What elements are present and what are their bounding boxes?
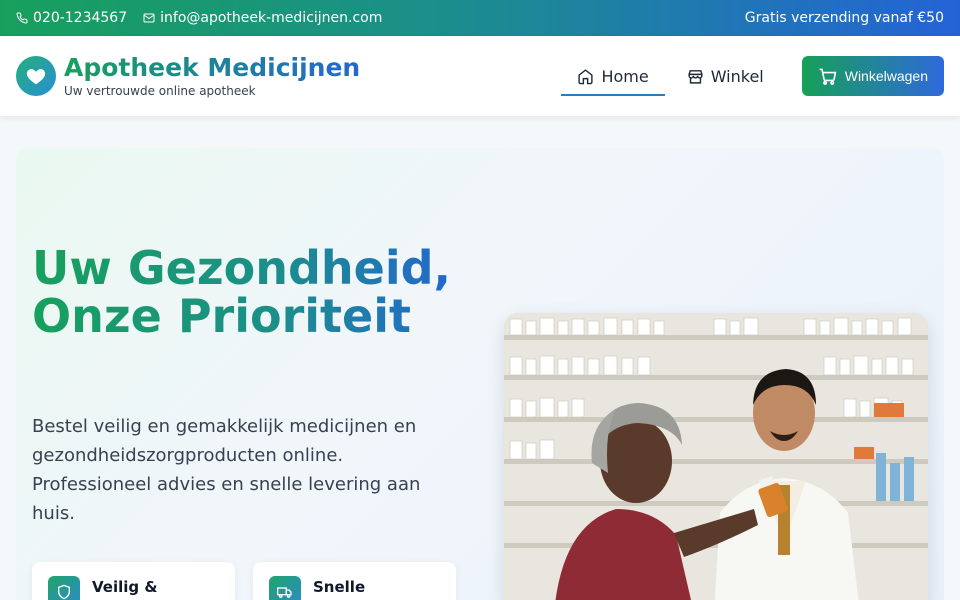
nav-home-label: Home — [601, 66, 649, 86]
home-icon — [578, 68, 594, 84]
phone-number: 020-1234567 — [33, 10, 128, 26]
nav-winkel[interactable]: Winkel — [671, 56, 780, 96]
email-address: info@apotheek-medicijnen.com — [160, 10, 383, 26]
brand-subtitle: Uw vertrouwde online apotheek — [64, 84, 256, 98]
mail-icon — [143, 13, 155, 23]
email-contact[interactable]: info@apotheek-medicijnen.com — [143, 10, 382, 26]
heart-icon — [26, 69, 46, 85]
nav-winkel-label: Winkel — [710, 66, 764, 86]
hero-headline: Uw Gezondheid, Onze Prioriteit — [32, 244, 472, 340]
shield-icon — [58, 584, 70, 600]
site-header: Apotheek Medicijnen Uw vertrouwde online… — [0, 36, 960, 116]
feature-title: Veilig & — [92, 578, 158, 596]
feature-card-safe: Veilig & — [32, 562, 235, 600]
brand-block[interactable]: Apotheek Medicijnen Uw vertrouwde online… — [64, 53, 361, 99]
feature-icon-badge — [48, 576, 80, 600]
main-nav: Home Winkel Winkelwagen — [561, 56, 944, 96]
logo[interactable] — [16, 56, 56, 96]
nav-home[interactable]: Home — [561, 56, 665, 96]
feature-card-fast: Snelle — [253, 562, 456, 600]
truck-icon — [277, 587, 292, 598]
cart-label: Winkelwagen — [844, 68, 928, 84]
store-icon — [688, 69, 703, 84]
cart-icon — [819, 68, 837, 85]
top-bar: 020-1234567 info@apotheek-medicijnen.com… — [0, 0, 960, 36]
brand-title: Apotheek Medicijnen — [64, 53, 361, 82]
shipping-promo: Gratis verzending vanaf €50 — [744, 10, 944, 26]
feature-icon-badge — [269, 576, 301, 600]
hero-description: Bestel veilig en gemakkelijk medicijnen … — [32, 416, 421, 524]
cart-button[interactable]: Winkelwagen — [801, 56, 944, 96]
feature-title: Snelle — [313, 578, 366, 596]
pharmacy-image — [504, 313, 928, 600]
phone-contact[interactable]: 020-1234567 — [16, 10, 127, 26]
hero-photo — [504, 313, 928, 600]
phone-icon — [16, 12, 28, 24]
